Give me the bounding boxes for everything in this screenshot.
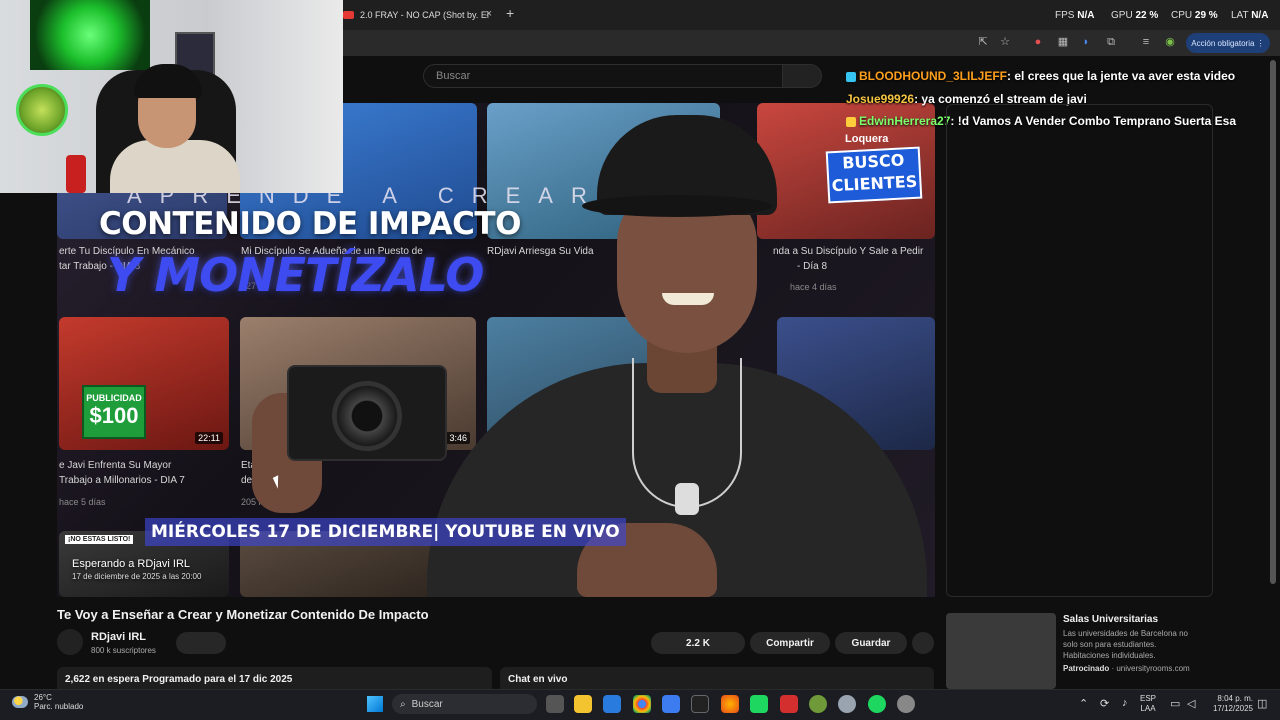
bg-video-title: nda a Su Discípulo Y Sale a Pedir (773, 246, 924, 257)
spotify-icon[interactable] (868, 695, 886, 713)
share-button[interactable]: Compartir (750, 632, 830, 654)
app-icon[interactable] (897, 695, 915, 713)
extension-icon[interactable]: ▦ (1056, 35, 1070, 49)
ad-thumbnail[interactable] (946, 613, 1056, 689)
network-icon[interactable]: ▭ (1170, 697, 1180, 710)
subscriber-count: 800 k suscriptores (91, 646, 156, 655)
pendant (675, 483, 699, 515)
search-icon: ⌕ (400, 698, 406, 710)
publicidad-sign: PUBLICIDAD $100 (82, 385, 146, 439)
account-action-button[interactable]: Acción obligatoria ⋮ (1186, 33, 1270, 53)
clock[interactable]: 8:04 p. m. 17/12/2025 (1205, 694, 1253, 714)
subscribe-button[interactable] (176, 632, 226, 654)
app-icon[interactable] (603, 695, 621, 713)
channel-avatar[interactable] (57, 629, 83, 655)
controller-icon[interactable] (662, 695, 680, 713)
bg-video-title: - Día 8 (797, 261, 828, 272)
busco-clientes-sign: BUSCO CLIENTES (825, 146, 923, 204)
mascot-logo (16, 84, 68, 136)
extensions-puzzle-icon[interactable]: ⧉ (1104, 35, 1118, 49)
youtube-icon (343, 11, 354, 19)
live-chat-panel (946, 104, 1213, 597)
app-icon[interactable] (750, 695, 768, 713)
language-indicator[interactable]: ESP LAA (1140, 694, 1156, 714)
app-icon[interactable] (809, 695, 827, 713)
tab-title: 2.0 FRAY - NO CAP (Shot by. El (360, 10, 489, 20)
video-description[interactable]: 2,622 en espera Programado para el 17 di… (57, 667, 492, 689)
browser-tab[interactable]: 2.0 FRAY - NO CAP (Shot by. El × (343, 4, 498, 26)
sync-icon[interactable]: ⟳ (1100, 697, 1109, 710)
task-view-icon[interactable] (546, 695, 564, 713)
search-input[interactable]: Buscar (423, 64, 783, 88)
listo-badge: ¡NO ESTAS LISTO! (65, 535, 134, 544)
gpu-readout: GPU 22 % (1111, 10, 1159, 21)
streamer-body (110, 140, 240, 193)
taskbar-search[interactable]: ⌕ Buscar (392, 694, 537, 714)
notification-icon[interactable]: ◫ (1257, 697, 1267, 710)
waiting-overlay: Esperando a RDjavi IRL 17 de diciembre d… (72, 558, 202, 581)
close-tab-icon[interactable]: × (486, 8, 492, 20)
more-actions-button[interactable] (912, 632, 934, 654)
duration-badge: 22:11 (195, 432, 223, 444)
microphone-icon[interactable]: ♪ (1122, 697, 1128, 709)
extension-wave-icon[interactable]: ◗ (1079, 35, 1093, 49)
fps-readout: FPS N/A (1055, 10, 1095, 21)
bg-video-meta: hace 5 días (59, 497, 106, 507)
windows-start-icon[interactable] (367, 696, 383, 712)
thumbnail-label: Loquera (845, 133, 889, 145)
chat-badge-icon (846, 71, 856, 82)
file-explorer-icon[interactable] (574, 695, 592, 713)
profile-avatar-icon[interactable]: ◉ (1163, 35, 1177, 49)
volume-icon[interactable]: ◁ (1187, 697, 1195, 710)
bookmark-star-icon[interactable]: ☆ (998, 35, 1012, 49)
lat-readout: LAT N/A (1231, 10, 1269, 21)
thumbnail-heading: CONTENIDO DE IMPACTO (99, 206, 521, 242)
smile (662, 293, 714, 305)
microphone (66, 155, 86, 193)
page-scrollbar[interactable] (1270, 60, 1276, 584)
duration-badge: 3:46 (446, 432, 470, 444)
app-icon[interactable] (691, 695, 709, 713)
ad-title[interactable]: Salas Universitarias (1063, 614, 1158, 625)
ad-sponsor: Patrocinado · universityrooms.com (1063, 664, 1190, 673)
chat-badge-icon (846, 116, 856, 127)
thumbnail-date-banner: MIÉRCOLES 17 DE DICIEMBRE| YOUTUBE EN VI… (145, 518, 626, 546)
bg-video-meta: hace 4 días (790, 282, 837, 292)
webcam-overlay (0, 0, 343, 193)
ad-description: Las universidades de Barcelona no solo s… (1063, 629, 1188, 660)
video-title: Te Voy a Enseñar a Crear y Monetizar Con… (57, 607, 429, 622)
chevron-up-icon[interactable]: ⌃ (1079, 697, 1088, 710)
thumbnail-heading-accent: Y MONETÍZALO (107, 248, 484, 302)
chat-message: BLOODHOUND_3LILJEFF: el crees que la jen… (846, 69, 1235, 83)
install-app-icon[interactable]: ⇱ (976, 35, 990, 49)
bg-video-title: RDjavi Arriesga Su Vida (487, 246, 594, 257)
bg-video-title: e Javi Enfrenta Su Mayor (59, 460, 172, 471)
extension-record-icon[interactable]: ● (1031, 35, 1045, 49)
bg-video-title: Trabajo a Millonarios - DIA 7 (59, 475, 185, 486)
cap-brim (582, 195, 772, 217)
channel-name[interactable]: RDjavi IRL (91, 631, 146, 643)
live-chat-header: Chat en vivo (500, 667, 934, 689)
cloudy-weather-icon (12, 696, 28, 708)
firefox-icon[interactable] (721, 695, 739, 713)
like-button[interactable]: 2.2 K (651, 632, 745, 654)
chrome-icon[interactable] (633, 695, 651, 713)
save-button[interactable]: Guardar (835, 632, 907, 654)
camera-lens (332, 381, 402, 451)
cpu-readout: CPU 29 % (1171, 10, 1218, 21)
weather-widget[interactable]: 26°C Parc. nublado (12, 693, 83, 711)
settings-gear-icon[interactable] (838, 695, 856, 713)
search-button[interactable] (782, 64, 822, 88)
app-icon[interactable] (780, 695, 798, 713)
reading-list-icon[interactable]: ≡ (1139, 35, 1153, 49)
green-light (30, 0, 150, 70)
new-tab-button[interactable]: + (506, 5, 514, 21)
